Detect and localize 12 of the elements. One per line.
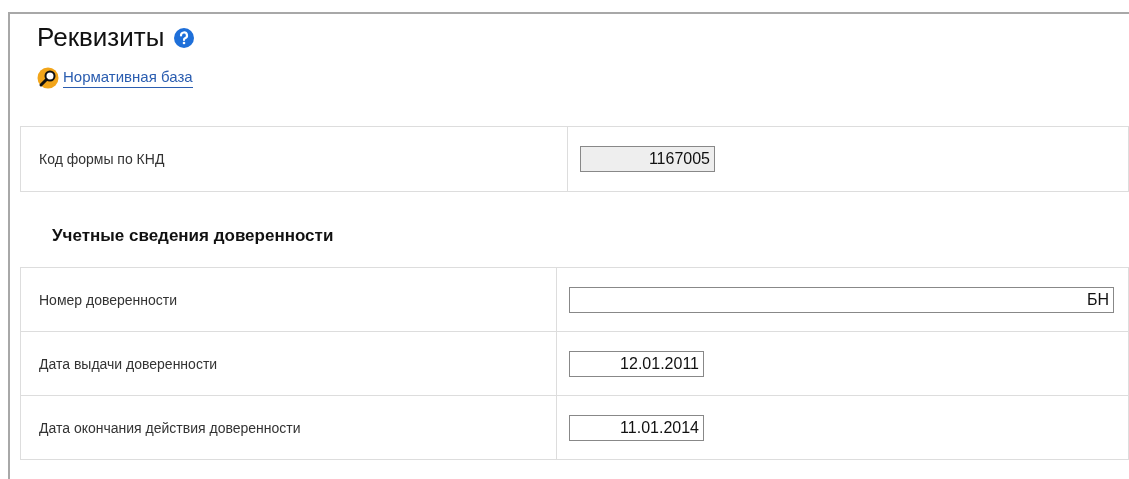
normative-base-link[interactable]: Нормативная база: [63, 68, 193, 88]
field-label: Номер доверенности: [39, 291, 178, 308]
magnifier-icon: [37, 67, 59, 89]
page-title: Реквизиты: [37, 22, 165, 53]
help-icon[interactable]: [174, 27, 195, 48]
input-field[interactable]: 12.01.2011: [569, 350, 704, 377]
field-label: Код формы по КНД: [39, 151, 165, 167]
input-field[interactable]: 11.01.2014: [569, 414, 704, 441]
input-field[interactable]: БН: [569, 286, 1114, 313]
section-heading: Учетные сведения доверенности: [52, 226, 335, 246]
field-label: Дата окончания действия доверенности: [39, 419, 301, 436]
field-label: Дата выдачи доверенности: [39, 355, 218, 372]
